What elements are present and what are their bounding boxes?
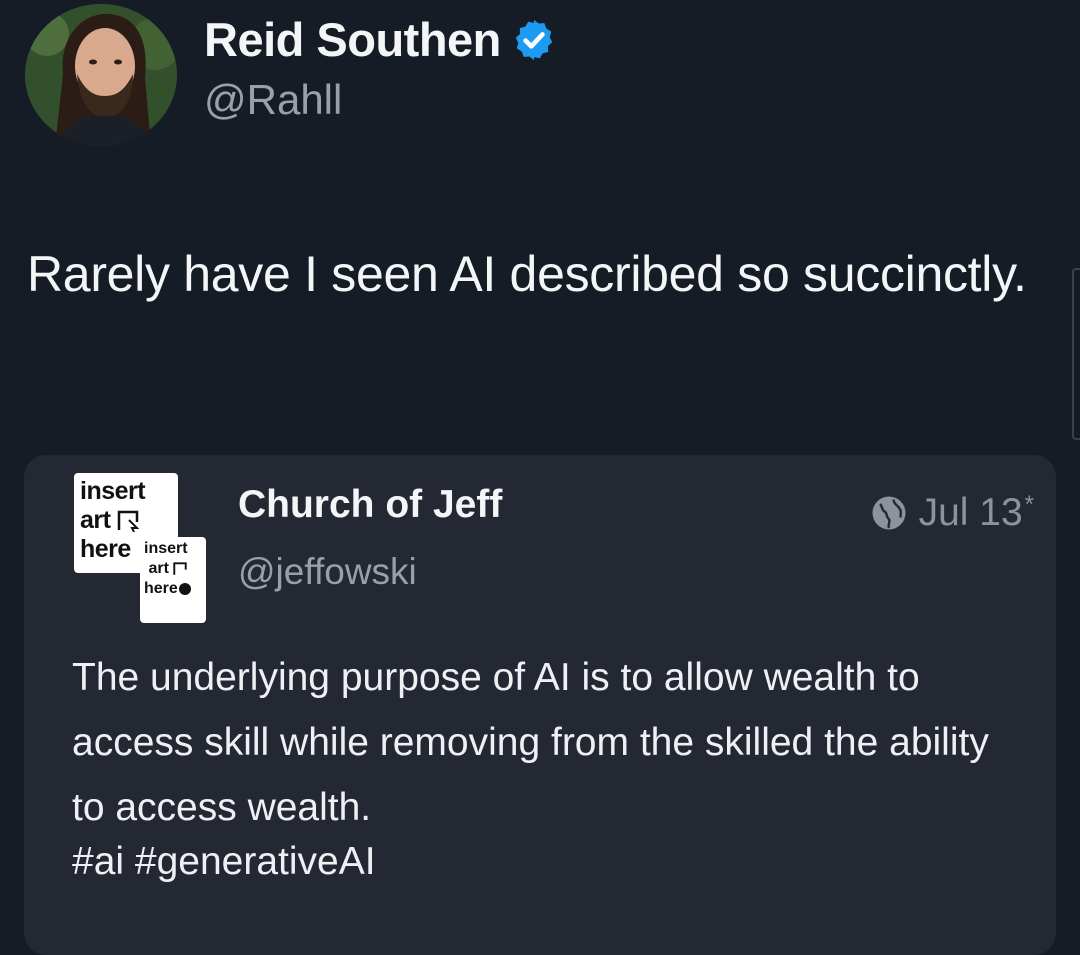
quoted-post-meta[interactable]: Jul 13 * [871,491,1034,535]
author-avatar[interactable] [25,4,177,146]
tweet-screenshot: Reid Southen @Rahll Rarely have I seen A… [0,0,1080,955]
frame-cursor-small-icon [173,562,188,575]
quoted-post-hashtags[interactable]: #ai #generativeAI [72,840,376,884]
author-name[interactable]: Reid Southen [204,12,557,67]
verified-badge-icon [515,19,553,60]
quoted-post-body: The underlying purpose of AI is to allow… [72,656,989,829]
quoted-author-avatar[interactable]: insert art here insert art here [74,473,234,623]
avatar-portrait [25,4,177,146]
frame-cursor-icon [117,511,139,533]
author-handle[interactable]: @Rahll [204,76,342,124]
scroll-indicator [1072,268,1080,440]
tweet-text: Rarely have I seen AI described so succi… [27,246,1027,302]
logo-large-text: insert art here [80,477,146,563]
hand-cursor-icon [178,582,191,595]
quoted-author-handle[interactable]: @jeffowski [238,551,417,593]
quoted-post-date: Jul 13 [918,491,1023,534]
quoted-post-card[interactable]: insert art here insert art here Church of… [24,455,1056,955]
quoted-author-name[interactable]: Church of Jeff [238,483,502,527]
logo-small-text: insert art here [144,539,192,599]
logo-small-card: insert art here [140,537,206,623]
globe-icon [872,496,906,530]
author-name-text: Reid Southen [204,13,501,66]
date-mark: * [1024,491,1034,518]
